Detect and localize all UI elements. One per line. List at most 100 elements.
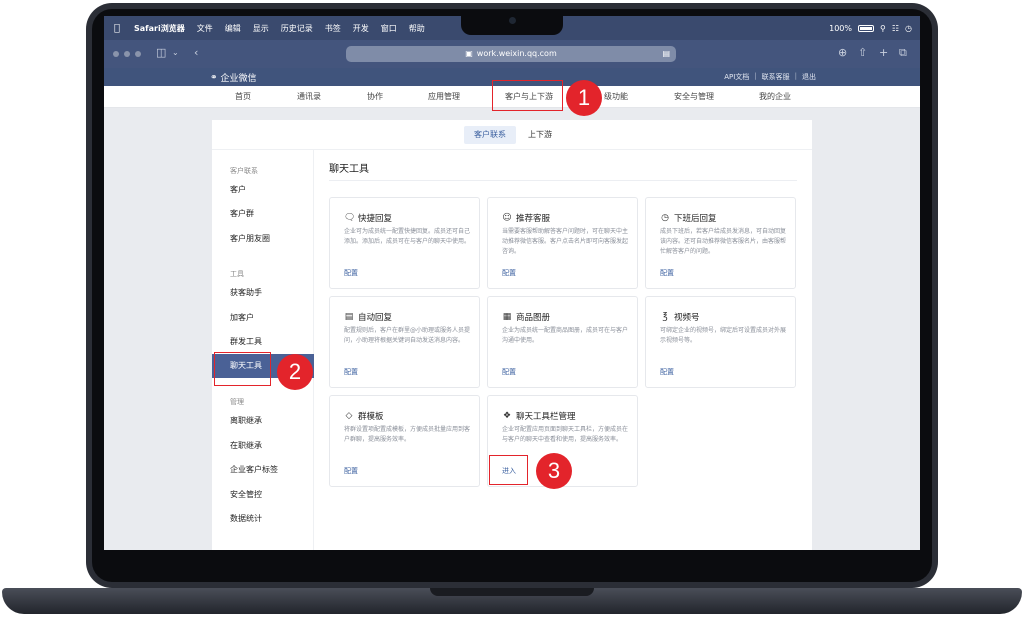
window-controls: [113, 51, 141, 57]
card-title-text: 自动回复: [358, 313, 393, 323]
menu-history[interactable]: 历史记录: [281, 23, 313, 34]
card-title-text: 聊天工具栏管理: [516, 412, 576, 422]
menu-app-name[interactable]: Safari浏览器: [134, 23, 185, 34]
download-icon[interactable]: ⊕: [838, 46, 847, 60]
chevron-down-icon[interactable]: ⌄: [172, 46, 179, 60]
nav-tab-security[interactable]: 安全与管理: [674, 86, 714, 108]
link-separator: |: [794, 72, 797, 80]
menu-help[interactable]: 帮助: [409, 23, 425, 34]
card-title: ◇ 群模板: [344, 410, 384, 422]
zoom-window-button[interactable]: [135, 51, 141, 57]
card-title-text: 下班后回复: [674, 214, 717, 224]
sidebar-item-mass-messaging[interactable]: 群发工具: [212, 330, 314, 354]
sidebar-group-tools: 工具: [230, 270, 244, 278]
configure-link[interactable]: 配置: [660, 367, 674, 377]
control-center-icon[interactable]: ☷: [892, 24, 899, 33]
safari-toolbar: ◫ ⌄ ‹ ▣ work.weixin.qq.com ▤ ⊕ ⇧ + ⧉: [104, 40, 920, 68]
menu-edit[interactable]: 编辑: [225, 23, 241, 34]
template-icon: ◇: [345, 411, 353, 421]
configure-link[interactable]: 配置: [344, 367, 358, 377]
sidebar-group-customer-contact: 客户联系: [230, 167, 258, 175]
card-description: 当需要客服帮助解答客户问题时，可在聊天中主动推荐微信客服。客户点击名片即可向客服…: [502, 228, 629, 255]
sidebar: 客户联系 客户 客户群 客户朋友圈 工具 获客助手 加客户 群发工具 聊天工具 …: [212, 150, 314, 550]
clock-icon[interactable]: ◷: [905, 24, 912, 33]
sidebar-item-security-control[interactable]: 安全管控: [212, 483, 314, 507]
address-bar[interactable]: ▣ work.weixin.qq.com ▤: [346, 46, 676, 62]
auto-reply-icon: ▤: [344, 312, 354, 322]
sidebar-item-customer-groups[interactable]: 客户群: [212, 202, 314, 226]
sidebar-group-management: 管理: [230, 398, 244, 406]
wecom-logo[interactable]: ⚭ 企业微信: [210, 71, 257, 85]
menu-window[interactable]: 窗口: [381, 23, 397, 34]
annotation-step-1: 1: [566, 80, 602, 116]
sidebar-item-resigned-transfer[interactable]: 离职继承: [212, 409, 314, 433]
subtabs: 客户联系 上下游: [212, 120, 812, 150]
api-docs-link[interactable]: API文档: [724, 72, 749, 82]
card-description: 成员下班后，若客户给成员发消息，可自动回复该内容。还可自动推荐微信客服名片，由客…: [660, 228, 787, 255]
catalog-icon: ▦: [502, 312, 512, 322]
card-description: 企业为成员统一配置商品图册，成员可在与客户沟通中使用。: [502, 327, 629, 344]
sidebar-item-add-customers[interactable]: 加客户: [212, 306, 314, 330]
menu-bookmarks[interactable]: 书签: [325, 23, 341, 34]
card-title-text: 快捷回复: [358, 214, 393, 224]
configure-link[interactable]: 配置: [502, 367, 516, 377]
camera-notch: [461, 11, 563, 35]
wecom-logo-icon: ⚭: [210, 72, 218, 83]
card-title: 🗨 快捷回复: [344, 212, 392, 224]
subtab-upstream-downstream[interactable]: 上下游: [518, 126, 562, 144]
battery-percent: 100%: [829, 23, 852, 33]
card-title: ▤ 自动回复: [344, 311, 392, 323]
search-icon[interactable]: ⚲: [880, 24, 886, 33]
close-window-button[interactable]: [113, 51, 119, 57]
battery-icon[interactable]: [857, 24, 874, 32]
logout-link[interactable]: 退出: [802, 72, 816, 82]
share-icon[interactable]: ⇧: [858, 46, 867, 60]
menu-develop[interactable]: 开发: [353, 23, 369, 34]
sidebar-toggle-icon[interactable]: ◫: [156, 46, 166, 60]
sidebar-item-customers[interactable]: 客户: [212, 178, 314, 202]
card-auto-reply: ▤ 自动回复 配置规则后，客户在群里@小助理或服务人员提问，小助理将根据关键词自动…: [329, 296, 480, 388]
subtab-customer-contact[interactable]: 客户联系: [464, 126, 516, 144]
page-title: 聊天工具: [329, 164, 369, 175]
nav-tab-contacts[interactable]: 通讯录: [297, 86, 321, 108]
header-links: API文档 | 联系客服 | 退出: [724, 72, 816, 82]
link-separator: |: [754, 72, 757, 80]
configure-link[interactable]: 配置: [344, 466, 358, 476]
card-quick-reply: 🗨 快捷回复 企业可为成员统一配置快捷回复。成员还可自己添加。添加后，成员可在与客…: [329, 197, 480, 289]
nav-tab-app-management[interactable]: 应用管理: [428, 86, 460, 108]
title-divider: [329, 180, 797, 181]
card-group-template: ◇ 群模板 将群设置项配置成模板，方便成员批量应用到客户群聊，提高服务效率。 配置: [329, 395, 480, 487]
wecom-logo-text: 企业微信: [220, 74, 257, 84]
card-title: ▦ 商品图册: [502, 311, 550, 323]
camera-icon: [509, 17, 516, 24]
sidebar-item-data-statistics[interactable]: 数据统计: [212, 507, 314, 531]
configure-link[interactable]: 配置: [660, 268, 674, 278]
sidebar-item-moments[interactable]: 客户朋友圈: [212, 227, 314, 251]
card-description: 配置规则后，客户在群里@小助理或服务人员提问，小助理将根据关键词自动发送消息内容…: [344, 327, 471, 344]
nav-tab-advanced[interactable]: 级功能: [604, 86, 628, 108]
channels-icon: ℥: [662, 312, 668, 322]
annotation-step-2: 2: [277, 354, 313, 390]
new-tab-icon[interactable]: +: [879, 46, 888, 60]
page-settings-icon[interactable]: ▤: [662, 46, 670, 62]
card-after-hours-reply: ◷ 下班后回复 成员下班后，若客户给成员发消息，可自动回复该内容。还可自动推荐微信…: [645, 197, 796, 289]
sidebar-item-active-transfer[interactable]: 在职继承: [212, 434, 314, 458]
configure-link[interactable]: 配置: [502, 268, 516, 278]
url-text: work.weixin.qq.com: [476, 49, 557, 58]
nav-tab-collaboration[interactable]: 协作: [367, 86, 383, 108]
configure-link[interactable]: 配置: [344, 268, 358, 278]
toolbar-icon: ❖: [502, 411, 512, 421]
nav-tab-my-enterprise[interactable]: 我的企业: [759, 86, 791, 108]
sidebar-item-acquisition-assistant[interactable]: 获客助手: [212, 281, 314, 305]
contact-support-link[interactable]: 联系客服: [762, 72, 790, 82]
service-icon: ☺: [502, 213, 512, 223]
nav-tab-home[interactable]: 首页: [235, 86, 251, 108]
menu-view[interactable]: 显示: [253, 23, 269, 34]
minimize-window-button[interactable]: [124, 51, 130, 57]
sidebar-item-customer-tags[interactable]: 企业客户标签: [212, 458, 314, 482]
tab-overview-icon[interactable]: ⧉: [899, 46, 907, 60]
back-arrow-icon[interactable]: ‹: [194, 46, 198, 60]
status-area: 100% ⚲ ☷ ◷: [829, 16, 912, 40]
menu-file[interactable]: 文件: [197, 23, 213, 34]
apple-icon[interactable]: : [114, 23, 120, 34]
